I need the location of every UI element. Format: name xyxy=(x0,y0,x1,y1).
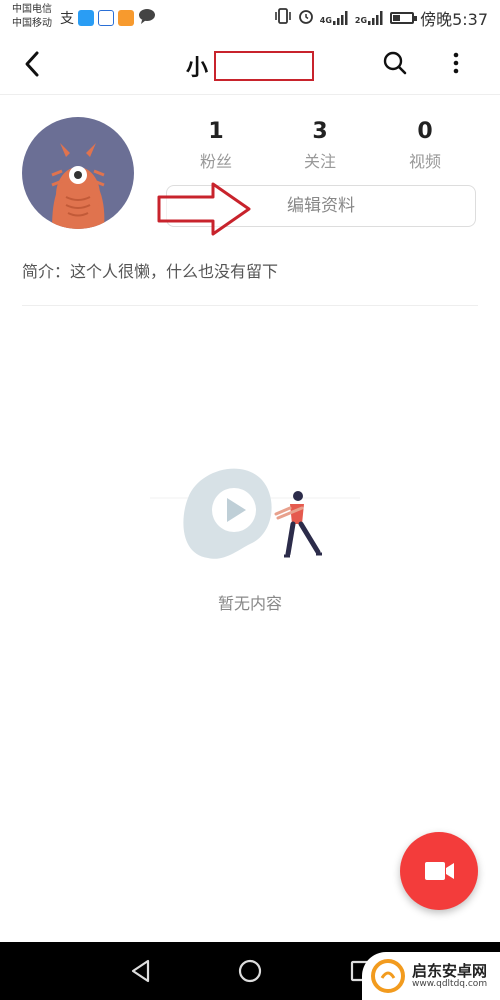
signal-icon-2: 2G xyxy=(355,11,384,25)
vibrate-icon xyxy=(274,8,292,28)
stat-following[interactable]: 3 关注 xyxy=(280,118,360,172)
app-icon-blue xyxy=(78,10,94,26)
carrier-2: 中国移动 xyxy=(12,18,52,29)
avatar-illustration xyxy=(51,143,105,229)
annotation-arrow-icon xyxy=(157,182,251,236)
network-type-2: 2G xyxy=(354,16,368,25)
more-vertical-icon xyxy=(453,52,459,74)
carrier-info: 中国电信 中国移动 xyxy=(12,3,52,31)
page-title: 小 xyxy=(0,50,500,82)
nav-home-icon[interactable] xyxy=(235,956,265,986)
watermark-name: 启东安卓网 xyxy=(412,962,488,980)
app-icon-people xyxy=(98,10,114,26)
video-camera-icon xyxy=(425,862,454,880)
stat-label: 视频 xyxy=(408,152,441,171)
empty-state-illustration xyxy=(150,468,360,559)
top-app-bar: 小 xyxy=(0,36,500,95)
battery-fill xyxy=(393,15,401,21)
message-icon xyxy=(138,8,156,28)
title-text: 小 xyxy=(185,56,208,81)
empty-state-text: 暂无内容 xyxy=(217,594,282,613)
search-button[interactable] xyxy=(380,48,410,78)
watermark: 启东安卓网 www.qdltdq.com xyxy=(362,952,500,1000)
redaction-box xyxy=(214,51,314,81)
avatar[interactable] xyxy=(22,117,134,229)
search-icon xyxy=(383,51,407,75)
stat-label: 关注 xyxy=(303,152,336,171)
network-type-1: 4G xyxy=(319,16,332,25)
alarm-icon xyxy=(298,8,314,28)
stat-fans[interactable]: 1 粉丝 xyxy=(176,118,256,172)
stat-value: 0 xyxy=(417,119,433,144)
record-video-button[interactable] xyxy=(400,832,478,910)
signal-icon-1: 4G xyxy=(320,11,349,25)
app-icon-orange xyxy=(118,10,134,26)
divider xyxy=(22,305,478,306)
more-button[interactable] xyxy=(444,48,468,78)
stat-label: 粉丝 xyxy=(199,152,232,171)
battery-icon xyxy=(390,12,418,24)
stat-value: 1 xyxy=(208,119,224,144)
notification-icons: 支 xyxy=(60,8,156,28)
watermark-url: www.qdltdq.com xyxy=(412,979,488,989)
clock: 傍晚5:37 xyxy=(420,10,488,29)
nav-back-icon[interactable] xyxy=(126,956,156,986)
profile-bio: 简介：这个人很懒，什么也没有留下 xyxy=(22,262,279,281)
carrier-1: 中国电信 xyxy=(12,4,52,15)
alipay-icon: 支 xyxy=(60,11,74,27)
stat-videos[interactable]: 0 视频 xyxy=(385,118,465,172)
status-bar: 中国电信 中国移动 支 4G 2G 傍晚5:37 xyxy=(0,0,500,36)
status-right: 4G 2G 傍晚5:37 xyxy=(274,6,488,30)
stat-value: 3 xyxy=(312,119,328,144)
watermark-logo-icon xyxy=(371,959,405,993)
